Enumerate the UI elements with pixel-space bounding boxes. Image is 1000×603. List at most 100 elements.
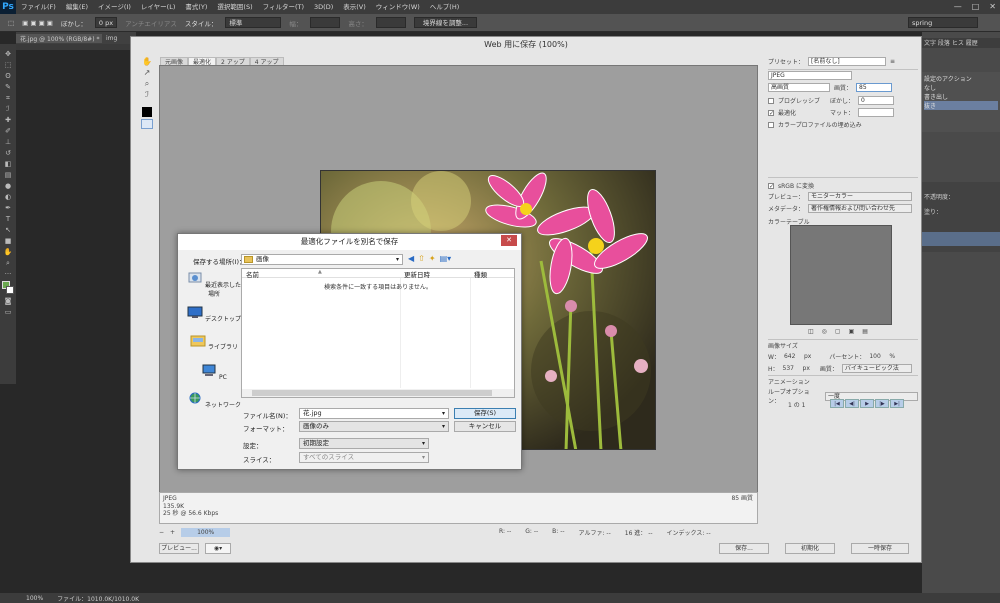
up-folder-icon[interactable]: ⇧ bbox=[418, 254, 425, 263]
layer-row-selected[interactable] bbox=[922, 232, 1000, 246]
screen-mode-icon[interactable]: ▭ bbox=[2, 308, 14, 317]
zoom-out-icon[interactable]: − bbox=[159, 529, 164, 536]
lock-icon[interactable]: ▢ bbox=[835, 328, 841, 335]
next-frame-icon[interactable]: |▶ bbox=[875, 399, 889, 408]
width-input[interactable] bbox=[310, 17, 341, 28]
dodge-tool-icon[interactable]: ◐ bbox=[2, 193, 14, 202]
format-select[interactable]: 画像のみ ▾ bbox=[299, 421, 449, 432]
prev-frame-icon[interactable]: ◀| bbox=[845, 399, 859, 408]
last-frame-icon[interactable]: ▶| bbox=[890, 399, 904, 408]
view-menu-icon[interactable]: ▤▾ bbox=[440, 254, 452, 263]
eraser-tool-icon[interactable]: ◧ bbox=[2, 160, 14, 169]
action-item[interactable]: 抜き bbox=[924, 101, 998, 110]
quick-mask-icon[interactable]: ◙ bbox=[2, 297, 14, 306]
play-icon[interactable]: ▶ bbox=[860, 399, 874, 408]
srgb-checkbox[interactable]: ✓ bbox=[768, 182, 774, 189]
eyedropper-color[interactable] bbox=[142, 107, 152, 117]
menu-layer[interactable]: レイヤー(L) bbox=[136, 0, 181, 14]
percent-value[interactable]: 100 bbox=[869, 353, 885, 360]
path-select-icon[interactable]: ↖ bbox=[2, 226, 14, 235]
zoom-tool-icon[interactable]: ⌕ bbox=[142, 79, 152, 88]
toggle-slices-icon[interactable] bbox=[141, 119, 153, 129]
menu-filter[interactable]: フィルター(T) bbox=[258, 0, 309, 14]
cancel-button[interactable]: キャンセル bbox=[454, 421, 516, 432]
eyedropper-icon[interactable]: ℐ bbox=[142, 90, 152, 99]
metadata-select[interactable]: 著作権情報および問い合わせ先 bbox=[808, 204, 913, 213]
eyedropper-icon[interactable]: ℐ bbox=[2, 105, 14, 114]
place-desktop[interactable]: デスクトップ bbox=[186, 306, 242, 323]
width-value[interactable]: 642 bbox=[784, 353, 800, 360]
minimize-icon[interactable]: — bbox=[954, 0, 962, 14]
map-icon[interactable]: ◫ bbox=[808, 328, 814, 335]
more-tools-icon[interactable]: ··· bbox=[2, 270, 14, 279]
background-color[interactable] bbox=[6, 286, 14, 294]
place-recent[interactable]: 最近表示した場所 bbox=[186, 272, 242, 298]
marquee-tool-icon[interactable]: ⬚ bbox=[2, 61, 14, 70]
quality-preset-select[interactable]: 高画質 bbox=[768, 83, 830, 92]
place-pc[interactable]: PC bbox=[186, 364, 242, 381]
format-select[interactable]: JPEG bbox=[768, 71, 852, 80]
quality-input[interactable]: 85 bbox=[856, 83, 893, 92]
slice-select-icon[interactable]: ↗ bbox=[142, 68, 152, 77]
type-tool-icon[interactable]: T bbox=[2, 215, 14, 224]
first-frame-icon[interactable]: |◀ bbox=[830, 399, 844, 408]
menu-help[interactable]: ヘルプ(H) bbox=[425, 0, 464, 14]
web-snap-icon[interactable]: ◎ bbox=[822, 328, 827, 335]
panel-tabs[interactable]: 文字 段落 ヒス 履歴 bbox=[922, 38, 1000, 48]
column-name[interactable]: 名前 bbox=[246, 269, 259, 279]
embed-profile-checkbox[interactable] bbox=[768, 121, 774, 128]
blur-input[interactable]: 0 px bbox=[94, 17, 118, 28]
move-tool-icon[interactable]: ✥ bbox=[2, 50, 14, 59]
place-network[interactable]: ネットワーク bbox=[186, 392, 242, 409]
quick-select-icon[interactable]: ✎ bbox=[2, 83, 14, 92]
blur-input[interactable]: 0 bbox=[858, 96, 895, 105]
color-swatches[interactable] bbox=[2, 281, 14, 295]
doc-tab[interactable]: 花.jpg @ 100% (RGB/8#) * bbox=[16, 33, 102, 43]
antialias-checkbox[interactable]: アンチエイリアス bbox=[125, 18, 177, 28]
file-list[interactable]: 名前 ▲ 更新日時 種類 検索条件に一致する項目はありません。 bbox=[241, 268, 515, 398]
settings-select[interactable]: 初期設定 ▾ bbox=[299, 438, 429, 449]
column-modified[interactable]: 更新日時 bbox=[404, 269, 430, 279]
hand-tool-icon[interactable]: ✋ bbox=[2, 248, 14, 257]
new-color-icon[interactable]: ▣ bbox=[849, 328, 855, 335]
menu-file[interactable]: ファイル(F) bbox=[16, 0, 61, 14]
close-button[interactable]: ✕ bbox=[501, 235, 517, 246]
menu-type[interactable]: 書式(Y) bbox=[180, 0, 212, 14]
filename-input[interactable]: 花.jpg ▾ bbox=[299, 408, 449, 419]
healing-brush-icon[interactable]: ✚ bbox=[2, 116, 14, 125]
height-input[interactable] bbox=[375, 17, 406, 28]
style-select[interactable]: 標準 bbox=[225, 17, 282, 28]
save-button[interactable]: 保存... bbox=[719, 543, 769, 554]
maximize-icon[interactable]: □ bbox=[972, 0, 980, 14]
gradient-tool-icon[interactable]: ▤ bbox=[2, 171, 14, 180]
delete-icon[interactable]: ▤ bbox=[862, 328, 868, 335]
height-value[interactable]: 537 bbox=[783, 365, 799, 372]
history-brush-icon[interactable]: ↺ bbox=[2, 149, 14, 158]
menu-view[interactable]: 表示(V) bbox=[338, 0, 371, 14]
brush-tool-icon[interactable]: ✐ bbox=[2, 127, 14, 136]
lasso-tool-icon[interactable]: ʘ bbox=[2, 72, 14, 81]
scrollbar-thumb[interactable] bbox=[252, 390, 492, 396]
doc-tab-2[interactable]: img bbox=[102, 35, 121, 42]
save-button[interactable]: 保存(S) bbox=[454, 408, 516, 419]
horizontal-scrollbar[interactable] bbox=[242, 389, 514, 397]
refine-edge-button[interactable]: 境界線を調整... bbox=[413, 17, 478, 28]
marquee-icon[interactable]: ⬚ bbox=[8, 19, 14, 27]
preset-select[interactable]: [名前なし] bbox=[808, 57, 887, 66]
shape-tool-icon[interactable]: ■ bbox=[2, 237, 14, 246]
location-select[interactable]: 画像 ▾ bbox=[241, 254, 403, 265]
pen-tool-icon[interactable]: ✒ bbox=[2, 204, 14, 213]
menu-image[interactable]: イメージ(I) bbox=[93, 0, 136, 14]
close-icon[interactable]: ✕ bbox=[989, 0, 996, 14]
menu-edit[interactable]: 編集(E) bbox=[61, 0, 93, 14]
slices-select[interactable]: すべてのスライス ▾ bbox=[299, 452, 429, 463]
preview-button[interactable]: プレビュー... bbox=[159, 543, 199, 554]
column-type[interactable]: 種類 bbox=[474, 269, 487, 279]
settings-menu-icon[interactable]: ≡ bbox=[890, 58, 895, 65]
blur-tool-icon[interactable]: ● bbox=[2, 182, 14, 191]
menu-select[interactable]: 選択範囲(S) bbox=[212, 0, 257, 14]
optimized-checkbox[interactable]: ✓ bbox=[768, 109, 774, 116]
zoom-select[interactable]: 100% bbox=[181, 527, 231, 537]
stamp-tool-icon[interactable]: ⊥ bbox=[2, 138, 14, 147]
preview-select[interactable]: モニターカラー bbox=[808, 192, 913, 201]
